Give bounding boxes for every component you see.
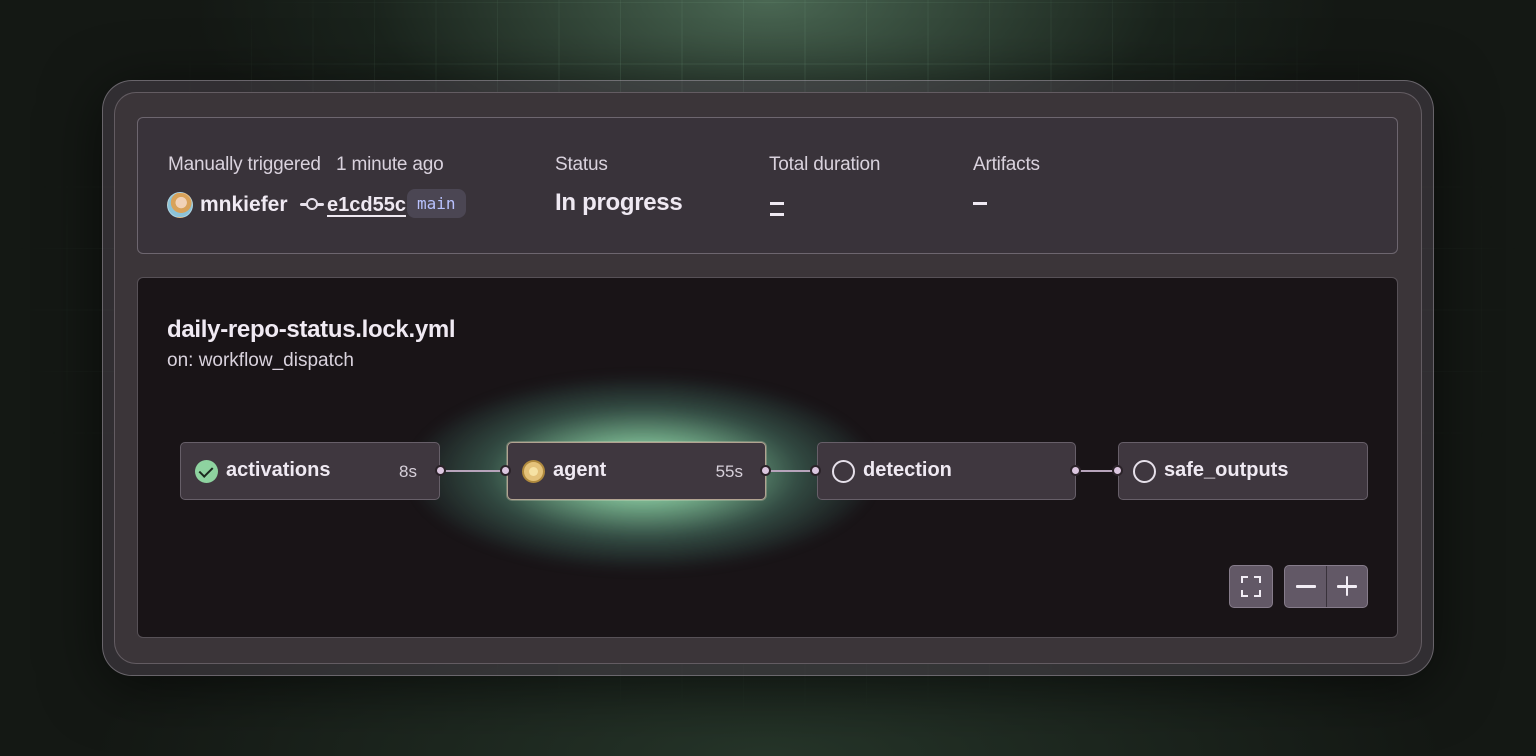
job-duration: 8s: [399, 462, 417, 481]
artifacts-placeholder-dash: [973, 202, 987, 205]
input-port[interactable]: [1112, 465, 1123, 476]
workflow-file-title: daily-repo-status.lock.yml: [167, 316, 456, 343]
commit-link[interactable]: e1cd55c: [327, 194, 406, 217]
job-connector: [440, 470, 508, 472]
job-node-agent[interactable]: agent 55s: [507, 442, 766, 500]
pending-circle-icon: [1133, 460, 1156, 483]
trigger-time: 1 minute ago: [336, 154, 444, 175]
commit-icon: [300, 196, 324, 212]
branch-badge[interactable]: main: [407, 189, 466, 218]
check-circle-icon: [195, 460, 218, 483]
job-node-activations[interactable]: activations 8s: [180, 442, 440, 500]
workflow-trigger: on: workflow_dispatch: [167, 350, 354, 371]
job-name: detection: [863, 459, 952, 481]
output-port[interactable]: [760, 465, 771, 476]
artifacts-label: Artifacts: [973, 154, 1040, 175]
zoom-controls: [1284, 565, 1368, 608]
avatar[interactable]: [167, 192, 193, 218]
job-name: activations: [226, 459, 331, 481]
duration-label: Total duration: [769, 154, 881, 175]
trigger-label: Manually triggered: [168, 154, 321, 175]
username-link[interactable]: mnkiefer: [200, 193, 288, 217]
pending-circle-icon: [832, 460, 855, 483]
run-summary-panel: Manually triggered 1 minute ago mnkiefer…: [137, 117, 1398, 254]
job-name: agent: [553, 459, 607, 481]
workflow-graph-canvas[interactable]: daily-repo-status.lock.yml on: workflow_…: [137, 277, 1398, 638]
job-node-detection[interactable]: detection: [817, 442, 1076, 500]
duration-placeholder-underline: [770, 213, 784, 216]
duration-placeholder-dash: [770, 202, 784, 205]
input-port[interactable]: [500, 465, 511, 476]
status-value: In progress: [555, 189, 683, 216]
job-name: safe_outputs: [1164, 459, 1289, 481]
in-progress-icon: [522, 460, 545, 483]
output-port[interactable]: [1070, 465, 1081, 476]
input-port[interactable]: [810, 465, 821, 476]
zoom-out-button[interactable]: [1285, 566, 1326, 607]
fit-view-button[interactable]: [1229, 565, 1273, 608]
output-port[interactable]: [435, 465, 446, 476]
job-duration: 55s: [715, 462, 743, 481]
zoom-in-button[interactable]: [1327, 566, 1368, 607]
job-node-safe-outputs[interactable]: safe_outputs: [1118, 442, 1368, 500]
fullscreen-icon: [1241, 576, 1261, 597]
status-label: Status: [555, 154, 608, 175]
